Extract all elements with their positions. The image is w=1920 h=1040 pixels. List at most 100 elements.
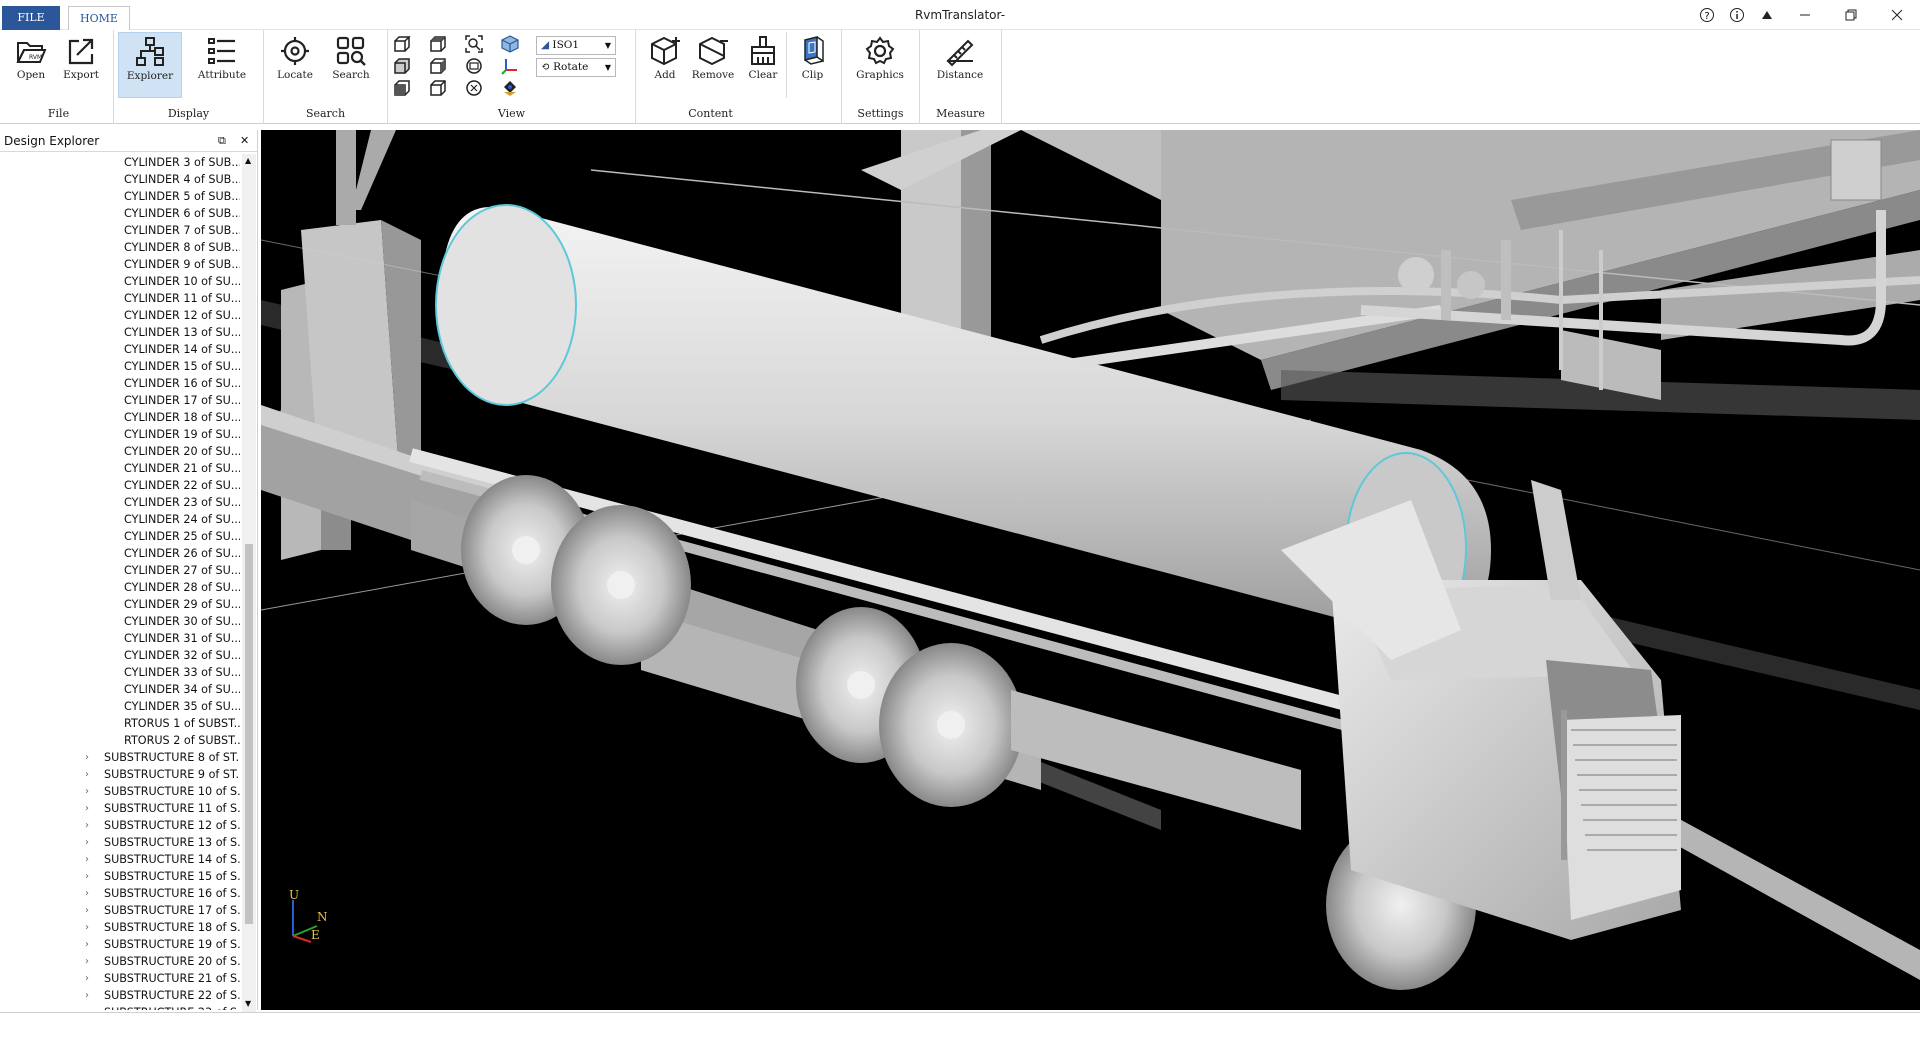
- expand-chevron-icon[interactable]: ›: [85, 885, 89, 902]
- iso-view-button[interactable]: [500, 34, 520, 54]
- explorer-button[interactable]: Explorer: [118, 32, 182, 98]
- explorer-scrollbar[interactable]: ▲ ▼: [242, 154, 256, 1012]
- expand-chevron-icon[interactable]: ›: [85, 970, 89, 987]
- tree-item[interactable]: CYLINDER 30 of SU...: [0, 613, 240, 630]
- expand-chevron-icon[interactable]: ›: [85, 987, 89, 1004]
- view-preset-select[interactable]: ◢ ISO1 ▼: [536, 36, 616, 55]
- tree-group-item[interactable]: › SUBSTRUCTURE 14 of S...: [0, 851, 240, 868]
- tree-group-item[interactable]: › SUBSTRUCTURE 15 of S...: [0, 868, 240, 885]
- tree-item[interactable]: CYLINDER 11 of SU...: [0, 290, 240, 307]
- remove-button[interactable]: Remove: [688, 32, 738, 98]
- clip-button[interactable]: Clip: [786, 32, 838, 98]
- tree-item[interactable]: CYLINDER 22 of SU...: [0, 477, 240, 494]
- tree-item[interactable]: CYLINDER 24 of SU...: [0, 511, 240, 528]
- tree-group-item[interactable]: › SUBSTRUCTURE 23 of S...: [0, 1004, 240, 1010]
- collapse-ribbon-icon[interactable]: [1752, 0, 1782, 30]
- tree-item[interactable]: CYLINDER 15 of SU...: [0, 358, 240, 375]
- tree-item[interactable]: CYLINDER 34 of SU...: [0, 681, 240, 698]
- restore-icon[interactable]: [1828, 0, 1874, 30]
- minimize-icon[interactable]: [1782, 0, 1828, 30]
- scroll-down-icon[interactable]: ▼: [245, 999, 251, 1008]
- expand-chevron-icon[interactable]: ›: [85, 817, 89, 834]
- zoom-window-button[interactable]: [464, 34, 484, 54]
- expand-chevron-icon[interactable]: ›: [85, 953, 89, 970]
- tree-group-item[interactable]: › SUBSTRUCTURE 11 of S...: [0, 800, 240, 817]
- expand-chevron-icon[interactable]: ›: [85, 868, 89, 885]
- expand-chevron-icon[interactable]: ›: [85, 800, 89, 817]
- tree-item[interactable]: RTORUS 2 of SUBST...: [0, 732, 240, 749]
- expand-chevron-icon[interactable]: ›: [85, 1004, 89, 1010]
- tree-item[interactable]: CYLINDER 4 of SUB...: [0, 171, 240, 188]
- search-button[interactable]: Search: [326, 32, 376, 98]
- tree-item[interactable]: CYLINDER 26 of SU...: [0, 545, 240, 562]
- zoom-fit-button[interactable]: [464, 56, 484, 76]
- expand-chevron-icon[interactable]: ›: [85, 851, 89, 868]
- tree-item[interactable]: CYLINDER 27 of SU...: [0, 562, 240, 579]
- tree-group-item[interactable]: › SUBSTRUCTURE 18 of S...: [0, 919, 240, 936]
- tree-item[interactable]: CYLINDER 29 of SU...: [0, 596, 240, 613]
- pin-icon[interactable]: ⧉: [218, 130, 226, 152]
- tree-item[interactable]: CYLINDER 35 of SU...: [0, 698, 240, 715]
- tree-item[interactable]: CYLINDER 32 of SU...: [0, 647, 240, 664]
- tree-item[interactable]: CYLINDER 8 of SUB...: [0, 239, 240, 256]
- design-explorer-tree[interactable]: CYLINDER 3 of SUB... CYLINDER 4 of SUB...…: [0, 154, 240, 1010]
- tree-group-item[interactable]: › SUBSTRUCTURE 9 of ST...: [0, 766, 240, 783]
- tree-group-item[interactable]: › SUBSTRUCTURE 21 of S...: [0, 970, 240, 987]
- view-top-button[interactable]: [428, 78, 448, 98]
- view-left-button[interactable]: [392, 56, 412, 76]
- tree-item[interactable]: CYLINDER 33 of SU...: [0, 664, 240, 681]
- open-button[interactable]: RVM Open: [6, 32, 56, 98]
- render-style-button[interactable]: [500, 78, 520, 98]
- tree-item[interactable]: CYLINDER 13 of SU...: [0, 324, 240, 341]
- locate-button[interactable]: Locate: [270, 32, 320, 98]
- attribute-button[interactable]: Attribute: [190, 32, 254, 98]
- distance-button[interactable]: Distance: [924, 32, 996, 98]
- 3d-viewport[interactable]: U N E: [261, 130, 1920, 1010]
- tree-group-item[interactable]: › SUBSTRUCTURE 19 of S...: [0, 936, 240, 953]
- tree-item[interactable]: CYLINDER 7 of SUB...: [0, 222, 240, 239]
- tree-item[interactable]: CYLINDER 28 of SU...: [0, 579, 240, 596]
- tree-group-item[interactable]: › SUBSTRUCTURE 8 of ST...: [0, 749, 240, 766]
- tree-item[interactable]: CYLINDER 21 of SU...: [0, 460, 240, 477]
- tree-item[interactable]: CYLINDER 25 of SU...: [0, 528, 240, 545]
- expand-chevron-icon[interactable]: ›: [85, 902, 89, 919]
- view-right-button[interactable]: [428, 56, 448, 76]
- tree-group-item[interactable]: › SUBSTRUCTURE 10 of S...: [0, 783, 240, 800]
- tree-group-item[interactable]: › SUBSTRUCTURE 20 of S...: [0, 953, 240, 970]
- expand-chevron-icon[interactable]: ›: [85, 783, 89, 800]
- zoom-all-button[interactable]: [464, 78, 484, 98]
- tree-item[interactable]: CYLINDER 16 of SU...: [0, 375, 240, 392]
- tree-item[interactable]: CYLINDER 31 of SU...: [0, 630, 240, 647]
- scroll-up-icon[interactable]: ▲: [245, 156, 251, 165]
- tree-group-item[interactable]: › SUBSTRUCTURE 12 of S...: [0, 817, 240, 834]
- tree-item[interactable]: CYLINDER 9 of SUB...: [0, 256, 240, 273]
- tree-item[interactable]: RTORUS 1 of SUBST...: [0, 715, 240, 732]
- panel-close-icon[interactable]: ✕: [240, 130, 249, 152]
- expand-chevron-icon[interactable]: ›: [85, 919, 89, 936]
- clear-button[interactable]: Clear: [738, 32, 788, 98]
- tree-item[interactable]: CYLINDER 6 of SUB...: [0, 205, 240, 222]
- tree-group-item[interactable]: › SUBSTRUCTURE 22 of S...: [0, 987, 240, 1004]
- tree-item[interactable]: CYLINDER 17 of SU...: [0, 392, 240, 409]
- tree-item[interactable]: CYLINDER 12 of SU...: [0, 307, 240, 324]
- expand-chevron-icon[interactable]: ›: [85, 749, 89, 766]
- graphics-button[interactable]: Graphics: [846, 32, 914, 98]
- tree-item[interactable]: CYLINDER 14 of SU...: [0, 341, 240, 358]
- tree-item[interactable]: CYLINDER 18 of SU...: [0, 409, 240, 426]
- expand-chevron-icon[interactable]: ›: [85, 834, 89, 851]
- axis-icon[interactable]: [500, 56, 520, 76]
- tree-item[interactable]: CYLINDER 10 of SU...: [0, 273, 240, 290]
- expand-chevron-icon[interactable]: ›: [85, 766, 89, 783]
- view-back-button[interactable]: [428, 34, 448, 54]
- tree-group-item[interactable]: › SUBSTRUCTURE 17 of S...: [0, 902, 240, 919]
- tree-item[interactable]: CYLINDER 19 of SU...: [0, 426, 240, 443]
- expand-chevron-icon[interactable]: ›: [85, 936, 89, 953]
- view-bottom-button[interactable]: [392, 78, 412, 98]
- tree-item[interactable]: CYLINDER 23 of SU...: [0, 494, 240, 511]
- close-icon[interactable]: [1874, 0, 1920, 30]
- navigation-mode-select[interactable]: ⟲ Rotate ▼: [536, 58, 616, 77]
- tree-group-item[interactable]: › SUBSTRUCTURE 13 of S...: [0, 834, 240, 851]
- help-icon[interactable]: ?: [1692, 0, 1722, 30]
- tree-item[interactable]: CYLINDER 3 of SUB...: [0, 154, 240, 171]
- tree-item[interactable]: CYLINDER 5 of SUB...: [0, 188, 240, 205]
